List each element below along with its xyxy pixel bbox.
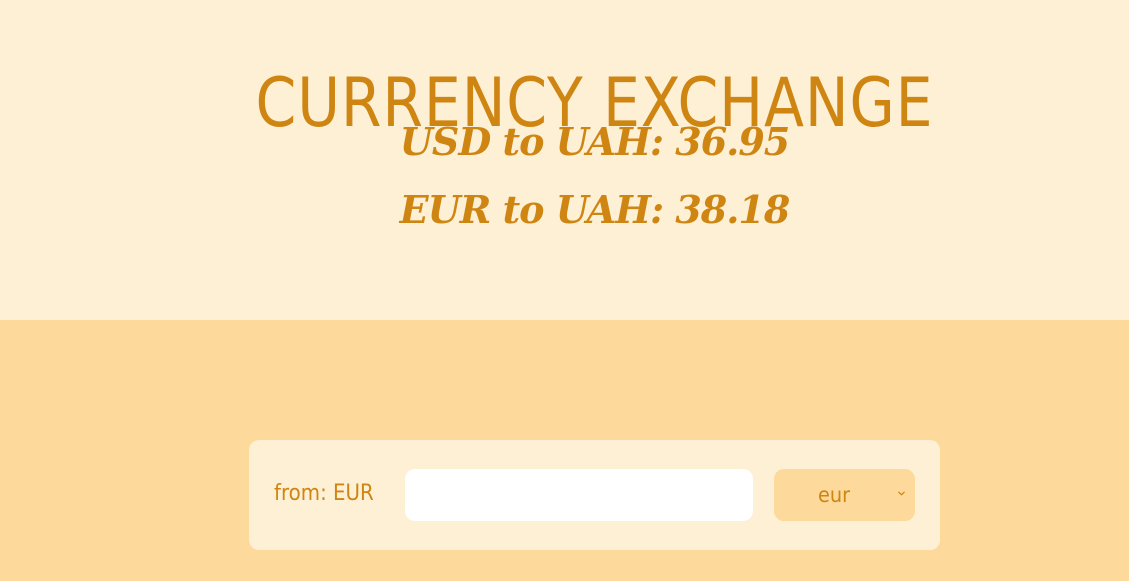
usd-to-uah-rate: USD to UAH: 36.95 [399, 119, 791, 164]
chevron-down-icon [898, 491, 905, 496]
currency-select[interactable]: eur [774, 469, 915, 521]
currency-exchange-page: CURRENCY EXCHANGE USD to UAH: 36.95 EUR … [0, 0, 1129, 581]
amount-input[interactable] [405, 469, 753, 521]
from-currency-label: from: EUR [274, 481, 374, 506]
header-section: CURRENCY EXCHANGE USD to UAH: 36.95 EUR … [0, 0, 1129, 320]
converter-panel: from: EUR eur [249, 440, 940, 550]
selected-currency: eur [817, 483, 851, 507]
eur-to-uah-rate: EUR to UAH: 38.18 [399, 187, 791, 232]
